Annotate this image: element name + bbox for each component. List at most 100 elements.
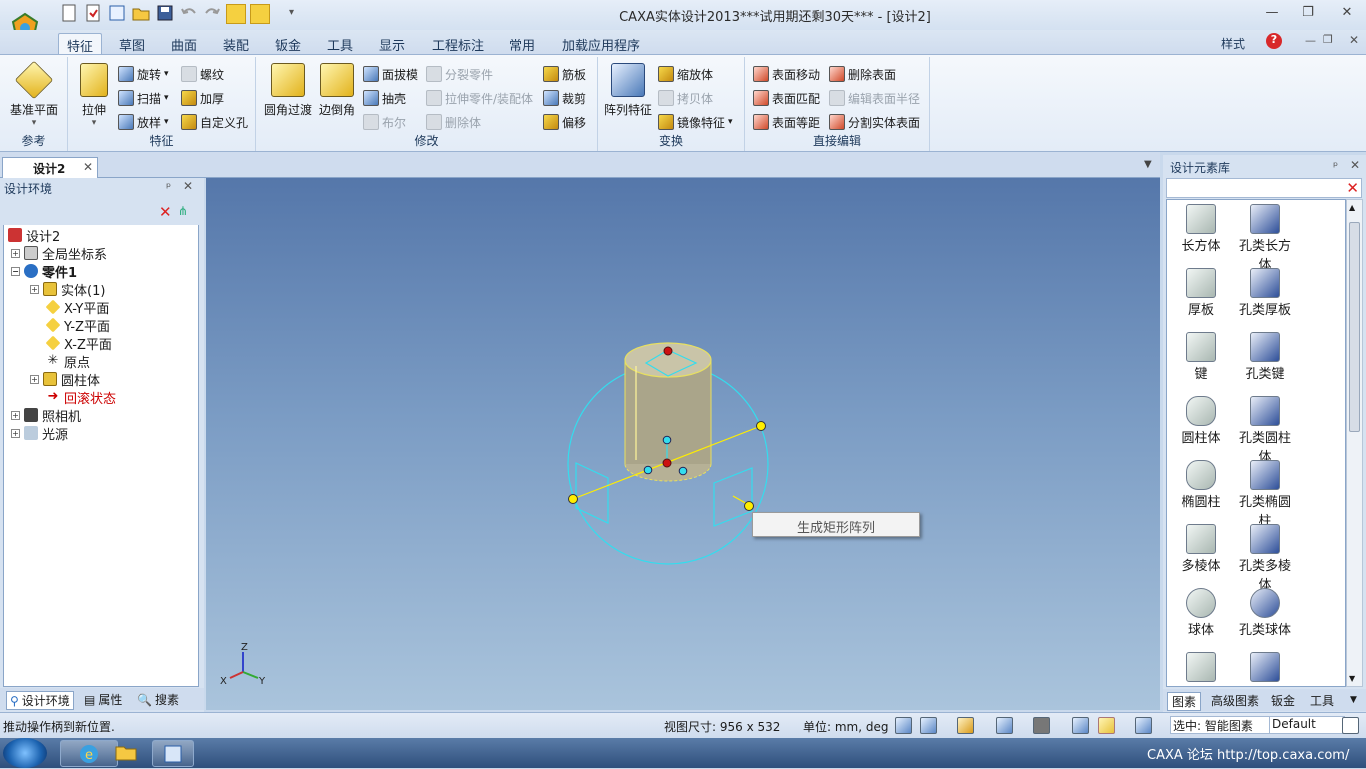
edit-face-radius-button[interactable]: 编辑表面半径 <box>829 88 920 108</box>
tree-item-part1[interactable]: − 零件1 <box>11 262 77 281</box>
fillet-button[interactable]: 圆角过渡 <box>262 63 314 118</box>
scale-body-button[interactable]: 缩放体 <box>658 64 713 84</box>
tree-item-cylinder[interactable]: + 圆柱体 <box>30 370 100 389</box>
library-item-hole-sphere[interactable]: 孔类球体 <box>1233 588 1297 640</box>
settings-gear-icon[interactable] <box>1135 717 1152 734</box>
tab-advanced-primitives[interactable]: 高级图素 <box>1211 692 1259 709</box>
scrollbar-thumb[interactable] <box>1349 222 1360 432</box>
library-item-hole-key[interactable]: 孔类键 <box>1233 332 1297 384</box>
tab-design-env[interactable]: ⚲ 设计环境 <box>6 691 74 710</box>
open-folder-icon[interactable] <box>132 4 152 24</box>
expand-icon[interactable]: + <box>30 374 39 384</box>
tree-item-xy-plane[interactable]: X-Y平面 <box>45 298 109 317</box>
tree-item-light[interactable]: + 光源 <box>11 424 68 443</box>
equidistant-face-button[interactable]: 表面等距 <box>753 112 820 132</box>
tray-forum-link[interactable]: CAXA 论坛 http://top.caxa.com/ <box>1147 744 1349 763</box>
expand-icon[interactable]: + <box>11 248 20 258</box>
library-item-hole-prism[interactable]: 孔类多棱体 <box>1233 524 1297 595</box>
panel-close-icon[interactable]: ✕ <box>1350 158 1360 172</box>
collapse-icon[interactable]: − <box>11 266 20 276</box>
library-item-hole-elliptic-cylinder[interactable]: 孔类椭圆柱 <box>1233 460 1297 531</box>
library-item-sphere[interactable]: 球体 <box>1169 588 1233 640</box>
library-search-input[interactable]: ✕ <box>1166 178 1362 198</box>
tab-library-tools[interactable]: 工具 <box>1310 692 1334 709</box>
tree-item-global-coords[interactable]: + 全局坐标系 <box>11 244 107 263</box>
minimize-button[interactable]: — <box>1258 5 1286 23</box>
tab-search[interactable]: 🔍 搜素 <box>137 691 179 708</box>
library-item-hole-cylinder[interactable]: 孔类圆柱体 <box>1233 396 1297 467</box>
customize-quick-access-icon[interactable]: ▾ <box>289 7 294 18</box>
style-dropdown[interactable]: Default <box>1269 716 1345 734</box>
taskbar-folder[interactable] <box>98 740 154 767</box>
thread-button[interactable]: 螺纹 <box>181 64 224 84</box>
split-part-button[interactable]: 分裂零件 <box>426 64 493 84</box>
handle-center-red[interactable] <box>662 458 672 468</box>
snap-icon[interactable] <box>226 4 246 24</box>
copy-body-button[interactable]: 拷贝体 <box>658 88 713 108</box>
library-item-cylinder[interactable]: 圆柱体 <box>1169 396 1233 448</box>
document-tab[interactable]: 设计2 ✕ <box>2 157 98 178</box>
match-face-button[interactable]: 表面匹配 <box>753 88 820 108</box>
library-item-key[interactable]: 键 <box>1169 332 1233 384</box>
selection-filter-icon[interactable] <box>1098 717 1115 734</box>
library-item-prism[interactable]: 多棱体 <box>1169 524 1233 576</box>
tab-feature[interactable]: 特征 <box>58 33 103 55</box>
sweep-button[interactable]: 扫描 ▾ <box>118 88 169 108</box>
handle-left[interactable] <box>568 494 578 504</box>
save-as-icon[interactable] <box>84 4 104 24</box>
tab-properties[interactable]: ▤ 属性 <box>84 691 122 708</box>
chamfer-button[interactable]: 边倒角 <box>316 63 358 118</box>
tree-filter-icon[interactable]: ⋔ <box>178 204 188 218</box>
style-menu[interactable]: 样式 <box>1221 35 1245 52</box>
handle-right[interactable] <box>756 421 766 431</box>
scroll-down-icon[interactable]: ▼ <box>1349 674 1355 683</box>
context-menu-item-rect-pattern[interactable]: 生成矩形阵列 <box>752 512 920 537</box>
tab-load-apps[interactable]: 加载应用程序 <box>554 33 648 55</box>
ribbon-restore-icon[interactable]: ❐ <box>1323 33 1333 46</box>
document-tab-close-icon[interactable]: ✕ <box>83 160 93 174</box>
view-orientation-icon[interactable] <box>996 717 1013 734</box>
expand-icon[interactable]: + <box>11 410 20 420</box>
library-item-hole-box[interactable]: 孔类长方体 <box>1233 204 1297 275</box>
restore-button[interactable]: ❐ <box>1294 5 1322 23</box>
tab-primitives[interactable]: 图素 <box>1167 692 1202 711</box>
pin-icon[interactable]: ᵖ <box>1333 159 1338 173</box>
tab-surface[interactable]: 曲面 <box>163 33 205 55</box>
undo-icon[interactable] <box>180 4 200 24</box>
doc-close-icon[interactable]: ✕ <box>1349 33 1359 47</box>
library-item-elliptic-cylinder[interactable]: 椭圆柱 <box>1169 460 1233 512</box>
import-icon[interactable] <box>108 4 128 24</box>
delete-icon[interactable]: ✕ <box>1346 179 1359 197</box>
help-icon[interactable]: ? <box>1266 33 1282 49</box>
handle-top-red[interactable] <box>663 346 673 356</box>
tab-library-sheet-metal[interactable]: 钣金 <box>1271 692 1295 709</box>
select-mode-dropdown[interactable]: 选中: 智能图素 <box>1170 716 1270 734</box>
3d-viewport[interactable]: Z X Y <box>206 178 1160 710</box>
redo-icon[interactable] <box>203 4 223 24</box>
offset-button[interactable]: 偏移 <box>543 112 586 132</box>
move-face-button[interactable]: 表面移动 <box>753 64 820 84</box>
pattern-button[interactable]: 阵列特征 <box>602 63 654 118</box>
pin-icon[interactable]: ᵖ <box>166 180 171 194</box>
datum-plane-button[interactable]: 基准平面 ▾ <box>8 60 60 128</box>
render-style-icon[interactable] <box>957 717 974 734</box>
close-button[interactable]: ✕ <box>1333 5 1361 23</box>
save-icon[interactable] <box>156 4 176 24</box>
library-item-hole-cone[interactable] <box>1233 652 1297 685</box>
tree-item-rollback[interactable]: ➜ 回滚状态 <box>46 388 116 407</box>
mirror-feature-button[interactable]: 镜像特征 ▾ <box>658 112 733 132</box>
tab-display[interactable]: 显示 <box>371 33 413 55</box>
revolve-button[interactable]: 旋转 ▾ <box>118 64 169 84</box>
library-item-hole-slab[interactable]: 孔类厚板 <box>1233 268 1297 320</box>
tree-item-design[interactable]: 设计2 <box>8 226 60 245</box>
tab-sketch[interactable]: 草图 <box>111 33 153 55</box>
scroll-up-icon[interactable]: ▲ <box>1349 203 1355 212</box>
zoom-window-icon[interactable] <box>920 717 937 734</box>
tab-common[interactable]: 常用 <box>501 33 543 55</box>
library-item-box[interactable]: 长方体 <box>1169 204 1233 256</box>
taskbar-caxa[interactable] <box>152 740 194 767</box>
document-list-dropdown-icon[interactable]: ▼ <box>1144 159 1152 170</box>
handle-axis-left[interactable] <box>643 465 653 475</box>
delete-face-button[interactable]: 删除表面 <box>829 64 896 84</box>
extrude-button[interactable]: 拉伸 ▾ <box>74 63 114 128</box>
